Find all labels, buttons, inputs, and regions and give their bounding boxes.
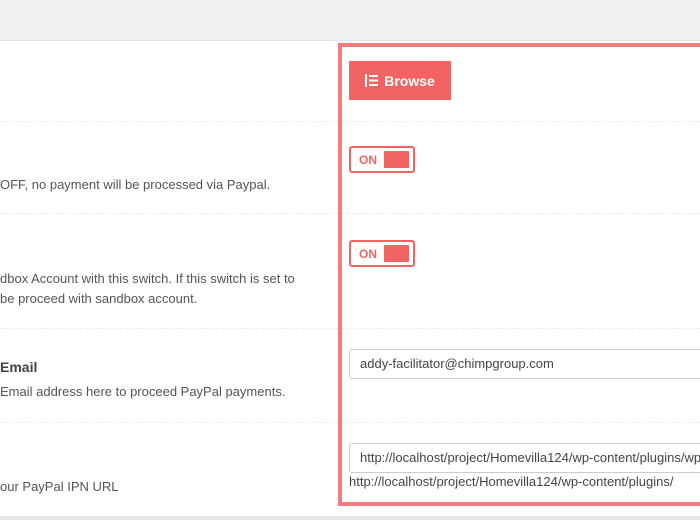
paypal-email-description: Email address here to proceed PayPal pay… — [0, 384, 286, 399]
sandbox-description-line1: dbox Account with this switch. If this s… — [0, 271, 295, 286]
ipn-url-description: our PayPal IPN URL — [0, 479, 119, 494]
highlight-frame — [338, 43, 700, 506]
footer-bar — [0, 516, 700, 520]
top-bar — [0, 0, 700, 41]
paypal-enable-description: OFF, no payment will be processed via Pa… — [0, 177, 271, 192]
paypal-email-label: Email — [0, 359, 38, 375]
sandbox-description-line2: be proceed with sandbox account. — [0, 291, 198, 306]
